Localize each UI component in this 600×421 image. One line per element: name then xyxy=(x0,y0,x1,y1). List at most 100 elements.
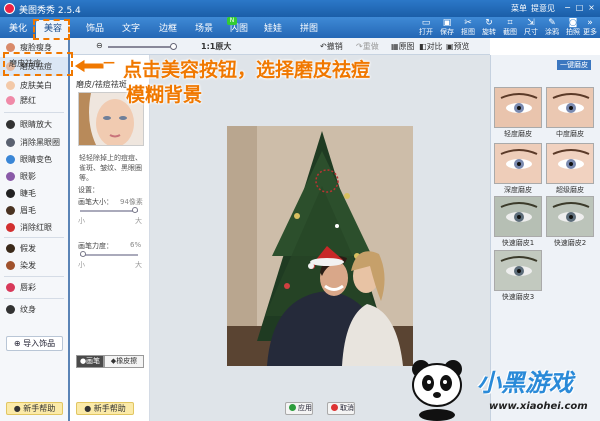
preset-thumbnail xyxy=(494,87,542,128)
help-button-left[interactable]: ● 新手帮助 xyxy=(6,402,63,415)
blush-icon xyxy=(6,96,15,105)
zoom-slider[interactable] xyxy=(108,46,170,48)
redo-button[interactable]: ↷重做 xyxy=(356,41,379,52)
beauty-tab-highlight xyxy=(33,19,70,40)
preset-deep[interactable]: 深度磨皮 xyxy=(494,143,542,194)
image-icon: ▦ xyxy=(391,42,399,51)
main-tab-bar: 美化 美容 饰品 文字 边框 场景 闪图 N 娃娃 拼图 ▭ 打开 ▣ 保存 ✂ 抠图… xyxy=(0,17,600,38)
brush-size-value: 94像素 xyxy=(120,198,143,206)
minimize-icon[interactable]: − xyxy=(562,3,573,13)
sidebar-item-enlarge-eyes[interactable]: 眼睛放大 xyxy=(0,115,68,134)
title-bar: 美图秀秀 2.5.4 菜单 提意见 − □ × xyxy=(0,0,600,17)
tab-doll[interactable]: 娃娃 xyxy=(258,20,288,38)
preset-fast-3[interactable]: 快速磨皮3 xyxy=(494,250,542,301)
help-button-effect[interactable]: ● 新手帮助 xyxy=(76,402,134,415)
preset-thumbnail xyxy=(494,143,542,184)
brush-size-min: 小 xyxy=(78,217,85,225)
effect-settings-panel: 磨皮/祛痘祛斑 轻轻除掉上的痘痘、雀斑、皱纹、黑眼圈等。 设置： 画笔大小： 9… xyxy=(72,55,150,421)
compare-icon: ◧ xyxy=(419,42,427,51)
original-button[interactable]: ▦原图 xyxy=(391,41,415,52)
import-icon: ⊕ xyxy=(13,339,21,348)
preset-thumbnail xyxy=(494,196,542,237)
watermark-brand: 小黑游戏 xyxy=(477,369,573,397)
check-icon xyxy=(289,404,296,411)
brush-size-max: 大 xyxy=(135,217,142,225)
compare-button[interactable]: ◧对比 xyxy=(419,41,443,52)
eye-color-icon xyxy=(6,155,15,164)
close-icon[interactable]: × xyxy=(586,3,597,13)
preview-icon: ▣ xyxy=(446,42,454,51)
sidebar-divider xyxy=(4,237,64,238)
preset-super[interactable]: 超级磨皮 xyxy=(546,143,594,194)
brush-strength-label: 画笔力度： xyxy=(78,242,113,250)
zoom-original-button[interactable]: 1:1原大 xyxy=(201,41,231,52)
bulb-icon: ● xyxy=(13,404,21,413)
annotation-dash: — xyxy=(103,55,115,69)
more-button[interactable]: » 更多 xyxy=(578,18,600,38)
sidebar-item-lip-color[interactable]: 唇彩 xyxy=(0,278,68,297)
brush-toggle[interactable]: ●画笔 xyxy=(76,355,104,368)
zoom-out-icon[interactable]: ⊖ xyxy=(96,41,103,50)
apply-button[interactable]: 应用 xyxy=(285,402,313,415)
sidebar-item-hair-dye[interactable]: 染发 xyxy=(0,256,68,275)
settings-label: 设置： xyxy=(78,186,99,194)
preset-medium[interactable]: 中度磨皮 xyxy=(546,87,594,138)
app-window: 美图秀秀 2.5.4 菜单 提意见 − □ × 美化 美容 饰品 文字 边框 场… xyxy=(0,0,600,421)
sidebar-item-tattoo[interactable]: 纹身 xyxy=(0,300,68,319)
maximize-icon[interactable]: □ xyxy=(574,3,585,13)
annotation-step-1: 点击美容按钮，选择磨皮祛痘 xyxy=(123,59,371,81)
brush-strength-max: 大 xyxy=(135,261,142,269)
effect-description: 轻轻除掉上的痘痘、雀斑、皱纹、黑眼圈等。 xyxy=(79,154,142,182)
preset-thumbnail xyxy=(546,196,594,237)
edited-photo[interactable] xyxy=(227,126,413,366)
brush-size-slider[interactable] xyxy=(80,210,138,212)
app-logo-icon xyxy=(4,3,15,14)
site-watermark: 小黑游戏 www.xiaohei.com xyxy=(403,345,600,421)
preset-fast-2[interactable]: 快速磨皮2 xyxy=(546,196,594,247)
menu-link[interactable]: 菜单 xyxy=(511,3,527,14)
panda-logo-icon xyxy=(412,360,462,421)
eye-icon xyxy=(6,120,15,129)
eyeshadow-icon xyxy=(6,172,15,181)
preset-light[interactable]: 轻度磨皮 xyxy=(494,87,542,138)
preview-button[interactable]: ▣预览 xyxy=(446,41,470,52)
brush-strength-slider-handle[interactable] xyxy=(80,251,87,257)
new-badge: N xyxy=(227,17,237,25)
sidebar-divider xyxy=(4,276,64,277)
whiten-icon xyxy=(6,81,15,90)
brush-size-slider-handle[interactable] xyxy=(131,207,138,213)
tab-scene[interactable]: 场景 xyxy=(189,20,219,38)
preset-fast-1[interactable]: 快速磨皮1 xyxy=(494,196,542,247)
bulb-icon: ● xyxy=(84,404,92,413)
beauty-tools-sidebar: 瘦脸瘦身 磨皮祛痘 皮肤美白 腮红 眼睛放大 消除黑眼圈 眼睛变色 眼影 睫毛 … xyxy=(0,38,70,421)
import-accessory-button[interactable]: ⊕ 导入饰品 xyxy=(6,336,63,351)
tab-frame[interactable]: 边框 xyxy=(153,20,183,38)
tab-accessories[interactable]: 饰品 xyxy=(80,20,110,38)
sidebar-divider xyxy=(4,112,64,113)
brush-strength-value: 6% xyxy=(130,241,142,249)
hair-dye-icon xyxy=(6,261,15,270)
preset-thumbnail xyxy=(546,143,594,184)
eyebrow-icon xyxy=(6,206,15,215)
sidebar-item-blush[interactable]: 腮红 xyxy=(0,91,68,110)
more-icon: » xyxy=(587,18,593,28)
tab-collage[interactable]: 拼图 xyxy=(294,20,324,38)
annotation-arrow-icon xyxy=(74,58,105,74)
eraser-toggle[interactable]: ◆橡皮擦 xyxy=(104,355,144,368)
preset-panel-title: 一键磨皮 xyxy=(557,60,591,70)
tab-beautify[interactable]: 美化 xyxy=(4,20,32,38)
redo-icon: ↷ xyxy=(356,42,363,51)
feedback-link[interactable]: 提意见 xyxy=(531,3,555,14)
cancel-button[interactable]: 取消 xyxy=(327,402,355,415)
sidebar-item-red-eye[interactable]: 消除红眼 xyxy=(0,218,68,237)
zoom-slider-handle[interactable] xyxy=(170,43,177,50)
eyelash-icon xyxy=(6,189,15,198)
slim-icon xyxy=(6,43,15,52)
undo-button[interactable]: ↶撤销 xyxy=(320,41,343,52)
brush-strength-slider[interactable] xyxy=(80,254,138,256)
lips-icon xyxy=(6,283,15,292)
tattoo-icon xyxy=(6,305,15,314)
preset-thumbnail xyxy=(546,87,594,128)
tab-text[interactable]: 文字 xyxy=(116,20,146,38)
wig-icon xyxy=(6,244,15,253)
